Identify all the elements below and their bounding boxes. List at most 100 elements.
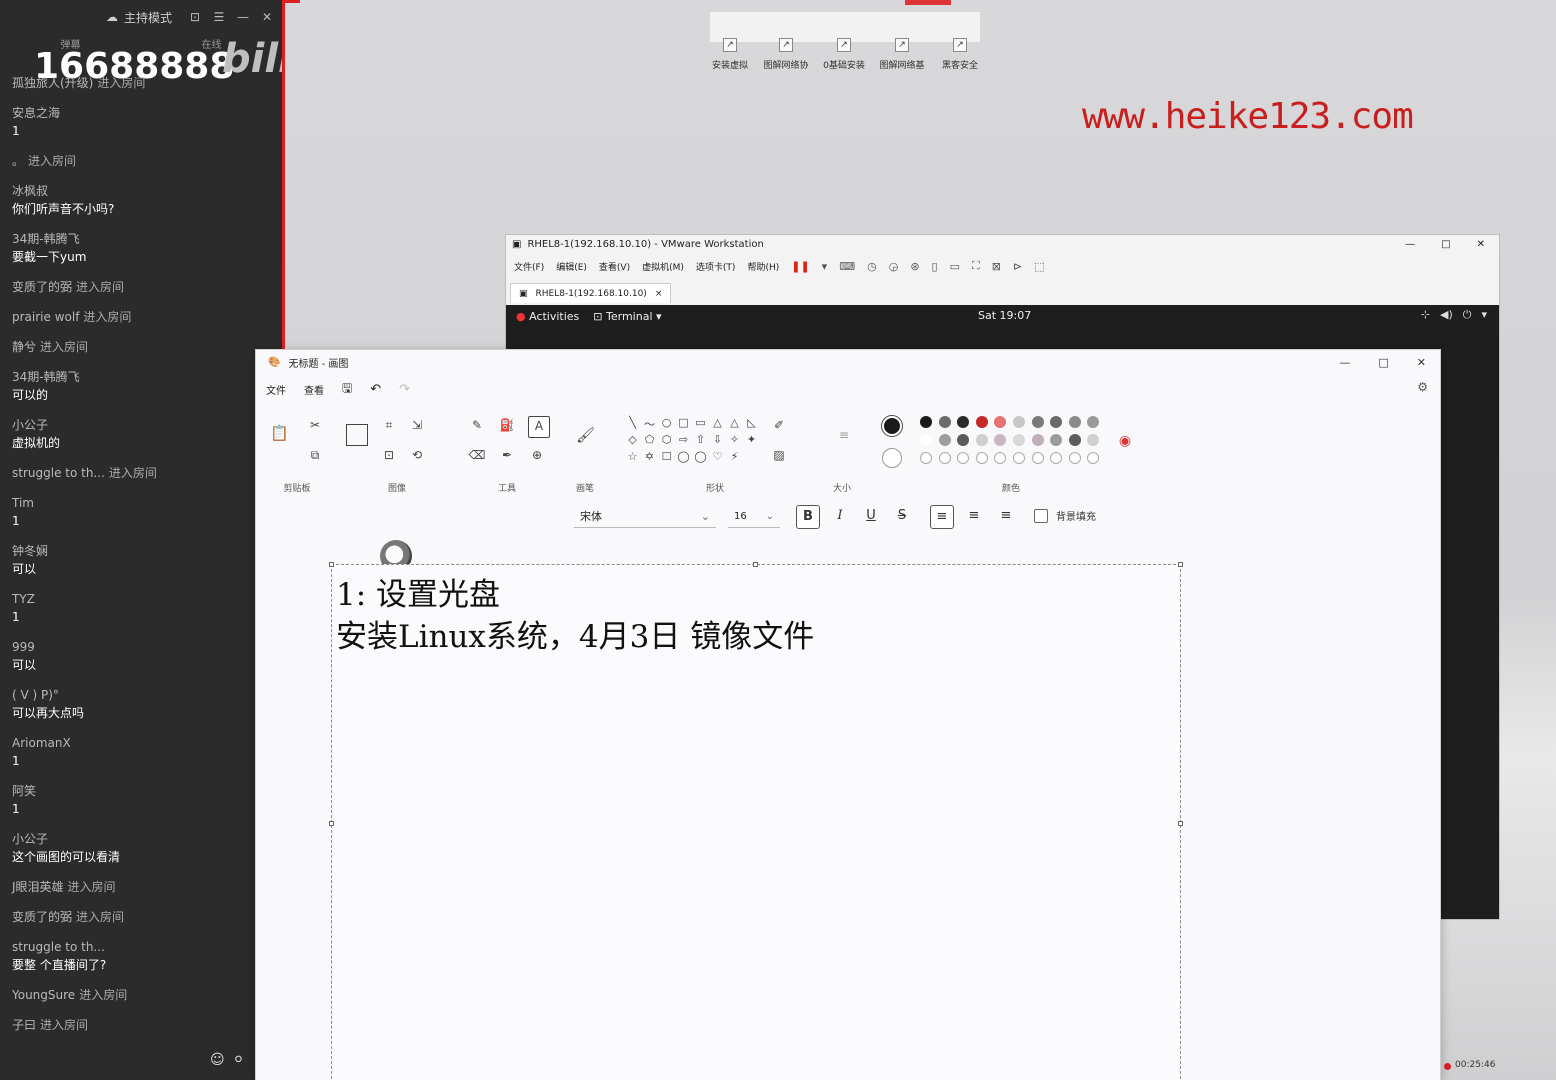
crop-icon[interactable]: ⌗ xyxy=(380,416,398,434)
palette-swatch[interactable] xyxy=(920,434,932,446)
palette-swatch[interactable] xyxy=(957,416,970,428)
eraser-icon[interactable]: ⌫ xyxy=(468,446,486,464)
shape-fill-icon[interactable]: ▨ xyxy=(770,446,788,464)
shape-option-icon[interactable]: △ xyxy=(709,416,726,433)
menu-view[interactable]: 查看(V) xyxy=(599,260,630,273)
chat-menu-button[interactable]: ☰ xyxy=(212,10,226,24)
palette-swatch[interactable] xyxy=(994,434,1007,446)
chat-username[interactable]: struggle to th... xyxy=(12,466,105,480)
cut-icon[interactable]: ✂ xyxy=(306,416,324,434)
shape-option-icon[interactable]: ⬠ xyxy=(641,433,658,450)
fill-icon[interactable]: ⛽ xyxy=(498,416,516,434)
shape-option-icon[interactable] xyxy=(743,450,760,467)
resize-handle[interactable] xyxy=(329,821,334,826)
chat-layout-button[interactable]: ⊡ xyxy=(188,10,202,24)
custom-color-slot[interactable] xyxy=(1031,452,1044,464)
shape-option-icon[interactable]: ◯ xyxy=(692,450,709,467)
palette-swatch[interactable] xyxy=(1068,416,1081,428)
secondary-color-swatch[interactable] xyxy=(882,448,902,468)
shape-option-icon[interactable]: ✡ xyxy=(641,450,658,467)
background-fill-checkbox[interactable]: 背景填充 xyxy=(1034,508,1096,523)
ai-remove-bg-icon[interactable]: ⊡ xyxy=(380,446,398,464)
edit-colors-icon[interactable]: ◉ xyxy=(1116,432,1134,450)
paint-close-button[interactable]: ✕ xyxy=(1417,356,1426,369)
menu-vm[interactable]: 虚拟机(M) xyxy=(642,260,684,273)
chat-username[interactable]: 变质了的弼 xyxy=(12,910,72,924)
vmware-close-button[interactable]: ✕ xyxy=(1477,239,1485,250)
paint-minimize-button[interactable]: — xyxy=(1339,356,1350,369)
menu-file[interactable]: 文件(F) xyxy=(514,260,544,273)
save-icon[interactable]: 🖫 xyxy=(342,379,352,400)
chat-username[interactable]: AriomanX xyxy=(12,736,71,750)
shape-option-icon[interactable]: ⚡ xyxy=(726,450,743,467)
chat-username[interactable]: 安息之海 xyxy=(12,106,60,120)
rotate-icon[interactable]: ⟲ xyxy=(408,446,426,464)
chat-close-button[interactable]: ✕ xyxy=(260,10,274,24)
activities-button[interactable]: ● Activities xyxy=(516,310,579,323)
outline-icon[interactable]: ✐ xyxy=(770,416,788,434)
paint-menu-view[interactable]: 查看 xyxy=(304,382,324,397)
palette-swatch[interactable] xyxy=(1050,416,1063,428)
palette-swatch[interactable] xyxy=(1013,416,1025,428)
color-picker-icon[interactable]: ✒ xyxy=(498,446,516,464)
shape-option-icon[interactable]: ▭ xyxy=(692,416,709,433)
shape-option-icon[interactable]: △ xyxy=(726,416,743,433)
align-center-button[interactable]: ≡ xyxy=(962,505,986,529)
palette-swatch[interactable] xyxy=(1031,434,1044,446)
font-size-select[interactable]: 16 ⌄ xyxy=(728,506,780,528)
palette-swatch[interactable] xyxy=(957,434,970,446)
thumbnail-icon[interactable]: ▭ xyxy=(950,260,960,273)
revert-snapshot-icon[interactable]: ◶ xyxy=(889,260,899,273)
chat-username[interactable]: 阿笑 xyxy=(12,784,36,798)
unity-icon[interactable]: ⊠ xyxy=(992,260,1001,273)
custom-color-slot[interactable] xyxy=(1013,452,1025,464)
custom-color-slot[interactable] xyxy=(1068,452,1081,464)
chat-username[interactable]: 。 xyxy=(12,154,24,168)
custom-color-slot[interactable] xyxy=(938,452,951,464)
terminal-menu[interactable]: ⊡ Terminal ▾ xyxy=(593,310,661,323)
gnome-clock[interactable]: Sat 19:07 xyxy=(978,309,1031,322)
chat-username[interactable]: 变质了的弼 xyxy=(12,280,72,294)
paint-canvas[interactable]: 1: 设置光盘 安装Linux系统，4月3日 镜像文件 xyxy=(329,562,1183,1080)
chat-username[interactable]: 孤独旅人(升级) xyxy=(12,76,93,90)
shape-option-icon[interactable]: ♡ xyxy=(709,450,726,467)
shape-option-icon[interactable]: ✦ xyxy=(743,433,760,450)
magnifier-icon[interactable]: ⊕ xyxy=(528,446,546,464)
host-mode-toggle[interactable]: ☁ 主持模式 xyxy=(106,9,172,26)
chat-username[interactable]: YoungSure xyxy=(12,988,75,1002)
text-tool-icon[interactable]: A xyxy=(528,416,550,438)
resize-handle[interactable] xyxy=(753,562,758,567)
send-keys-icon[interactable]: ⌨ xyxy=(839,260,855,273)
snapshot-manager-icon[interactable]: ⊛ xyxy=(910,260,919,273)
custom-color-slot[interactable] xyxy=(994,452,1007,464)
chat-username[interactable]: 冰枫叔 xyxy=(12,184,48,198)
brush-icon[interactable]: 🖌 xyxy=(576,426,595,444)
desktop-shortcut-5[interactable]: ↗ 黑客安全 xyxy=(930,38,990,71)
palette-swatch[interactable] xyxy=(1068,434,1081,446)
paint-maximize-button[interactable]: □ xyxy=(1378,356,1388,369)
undo-icon[interactable]: ↶ xyxy=(370,382,381,397)
font-family-select[interactable]: 宋体 ⌄ xyxy=(574,506,716,528)
shape-option-icon[interactable]: ╲ xyxy=(624,416,641,433)
shape-option-icon[interactable]: ⇧ xyxy=(692,433,709,450)
copy-icon[interactable]: ⧉ xyxy=(306,446,324,464)
chat-username[interactable]: J眼泪英雄 xyxy=(12,880,64,894)
paste-icon[interactable]: 📋 xyxy=(270,424,289,442)
shape-option-icon[interactable]: ☆ xyxy=(624,450,641,467)
vm-tab-close-icon[interactable]: × xyxy=(655,284,663,303)
palette-swatch[interactable] xyxy=(1031,416,1044,428)
palette-swatch[interactable] xyxy=(938,416,951,428)
align-right-button[interactable]: ≡ xyxy=(994,505,1018,529)
dropdown-icon[interactable]: ▾ xyxy=(822,260,828,273)
chat-username[interactable]: 钟冬娴 xyxy=(12,544,48,558)
palette-swatch[interactable] xyxy=(1013,434,1025,446)
chat-username[interactable]: 静兮 xyxy=(12,340,36,354)
fullscreen-icon[interactable]: ⛶ xyxy=(972,259,980,273)
snapshot-icon[interactable]: ◷ xyxy=(867,260,877,273)
custom-color-slot[interactable] xyxy=(1050,452,1063,464)
select-icon[interactable] xyxy=(346,424,368,446)
palette-swatch[interactable] xyxy=(938,434,951,446)
stretch-icon[interactable]: ⬚ xyxy=(1034,260,1044,273)
console-icon[interactable]: ⊳ xyxy=(1013,260,1022,273)
shape-option-icon[interactable]: ◇ xyxy=(624,433,641,450)
